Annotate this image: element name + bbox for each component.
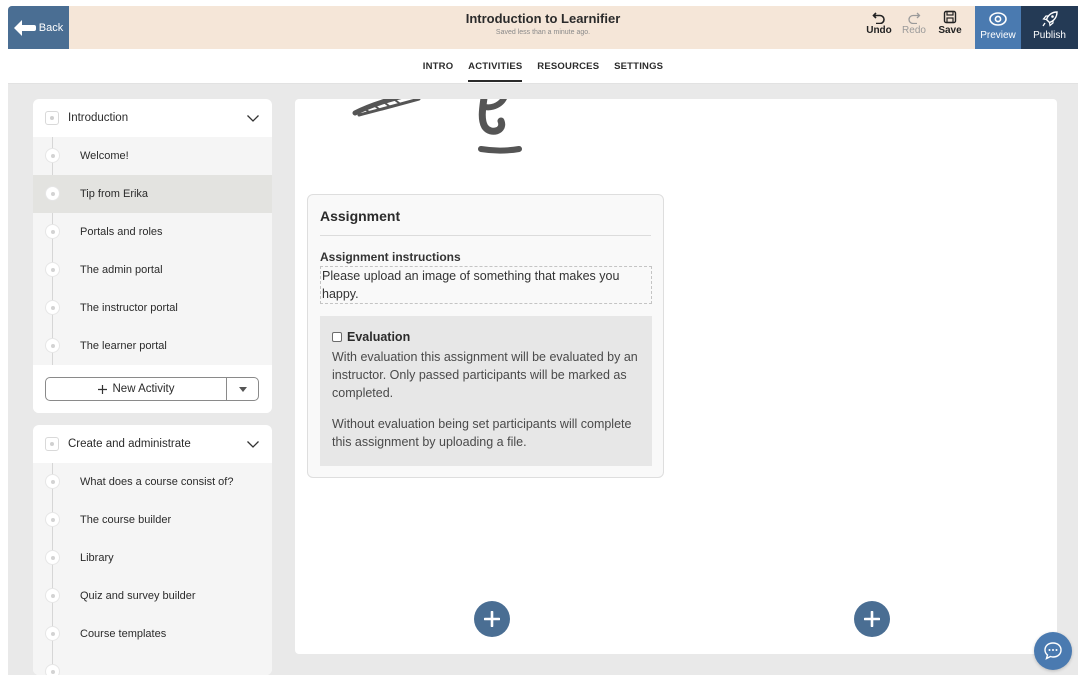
undo-label: Undo: [866, 25, 892, 36]
module-introduction: Introduction Welcome! Tip from Erika Por…: [33, 99, 272, 413]
instructions-field[interactable]: Please upload an image of something that…: [320, 266, 652, 304]
new-activity-label: New Activity: [112, 383, 175, 395]
save-icon: [943, 10, 957, 24]
preview-button[interactable]: Preview: [975, 6, 1021, 49]
list-item[interactable]: Tip from Erika: [33, 175, 272, 213]
module-create-and-administrate: Create and administrate What does a cour…: [33, 425, 272, 675]
app-window: Back Introduction to Learnifier Saved le…: [8, 6, 1078, 675]
list-item[interactable]: The instructor portal: [33, 289, 272, 327]
new-activity-row: New Activity: [33, 365, 272, 413]
list-item[interactable]: What does a course consist of?: [33, 463, 272, 501]
item-label: The instructor portal: [80, 302, 178, 314]
publish-label: Publish: [1033, 30, 1066, 41]
plus-icon: [97, 384, 107, 394]
status-dot-icon: [45, 338, 60, 353]
back-button[interactable]: Back: [8, 6, 69, 49]
item-label: Portals and roles: [80, 226, 163, 238]
list-item[interactable]: [33, 653, 272, 675]
status-dot-icon: [45, 664, 60, 675]
item-label: Course templates: [80, 628, 167, 640]
module-header[interactable]: Create and administrate: [33, 425, 272, 463]
list-item[interactable]: The learner portal: [33, 327, 272, 365]
save-label: Save: [938, 25, 962, 36]
tab-intro[interactable]: INTRO: [423, 61, 454, 80]
assignment-card: Assignment Assignment instructions Pleas…: [307, 194, 664, 478]
add-block-button[interactable]: [854, 601, 890, 637]
no-evaluation-description: Without evaluation being set participant…: [332, 416, 632, 449]
evaluation-checkbox[interactable]: [332, 332, 342, 342]
instructions-label: Assignment instructions: [320, 250, 461, 264]
tab-bar: INTRO ACTIVITIES RESOURCES SETTINGS: [8, 49, 1078, 84]
item-label: The learner portal: [80, 340, 167, 352]
redo-icon: [908, 12, 921, 24]
rocket-icon: [1041, 11, 1058, 27]
chat-button[interactable]: [1034, 632, 1072, 670]
plus-icon: [864, 611, 880, 627]
item-label: Library: [80, 552, 114, 564]
item-label: Welcome!: [80, 150, 129, 162]
chevron-down-icon[interactable]: [246, 437, 260, 451]
tab-resources[interactable]: RESOURCES: [537, 61, 599, 80]
item-label: Tip from Erika: [80, 188, 149, 200]
list-item[interactable]: Portals and roles: [33, 213, 272, 251]
status-dot-icon: [45, 224, 60, 239]
preview-label: Preview: [980, 30, 1016, 41]
evaluation-label: Evaluation: [347, 330, 411, 344]
back-arrow-icon: [13, 19, 36, 36]
module-title: Introduction: [68, 112, 129, 124]
divider: [320, 235, 651, 236]
activity-list: What does a course consist of? The cours…: [33, 463, 272, 675]
status-dot-icon: [45, 186, 60, 201]
new-activity-dropdown[interactable]: [226, 378, 258, 400]
eye-icon: [989, 12, 1007, 26]
top-bar: Back Introduction to Learnifier Saved le…: [8, 6, 1078, 49]
list-item[interactable]: The admin portal: [33, 251, 272, 289]
redo-button[interactable]: Redo: [897, 10, 931, 36]
list-item[interactable]: Course templates: [33, 615, 272, 653]
module-title: Create and administrate: [68, 438, 191, 450]
item-label: The admin portal: [80, 264, 163, 276]
evaluation-description: With evaluation this assignment will be …: [332, 350, 638, 401]
list-item[interactable]: Quiz and survey builder: [33, 577, 272, 615]
status-dot-icon: [45, 626, 60, 641]
chat-icon: [1044, 642, 1062, 660]
status-dot-icon: [45, 550, 60, 565]
illustration-image: [352, 99, 522, 154]
activity-canvas: Assignment Assignment instructions Pleas…: [295, 99, 1057, 654]
new-activity-control: New Activity: [45, 377, 259, 401]
plus-icon: [484, 611, 500, 627]
module-icon: [45, 111, 59, 125]
status-dot-icon: [45, 588, 60, 603]
new-activity-button[interactable]: New Activity: [46, 378, 226, 400]
add-block-button[interactable]: [474, 601, 510, 637]
tab-activities[interactable]: ACTIVITIES: [468, 61, 523, 82]
status-dot-icon: [45, 474, 60, 489]
publish-button[interactable]: Publish: [1021, 6, 1078, 49]
module-icon: [45, 437, 59, 451]
caret-down-icon: [238, 386, 247, 392]
undo-button[interactable]: Undo: [862, 10, 896, 36]
activity-list: Welcome! Tip from Erika Portals and role…: [33, 137, 272, 365]
status-dot-icon: [45, 262, 60, 277]
status-dot-icon: [45, 512, 60, 527]
list-item[interactable]: Library: [33, 539, 272, 577]
list-item[interactable]: The course builder: [33, 501, 272, 539]
evaluation-box: Evaluation With evaluation this assignme…: [320, 316, 652, 466]
status-dot-icon: [45, 300, 60, 315]
module-header[interactable]: Introduction: [33, 99, 272, 137]
redo-label: Redo: [902, 25, 926, 36]
chevron-down-icon[interactable]: [246, 111, 260, 125]
item-label: Quiz and survey builder: [80, 590, 196, 602]
item-label: The course builder: [80, 514, 172, 526]
tab-settings[interactable]: SETTINGS: [614, 61, 663, 80]
back-label: Back: [38, 21, 64, 34]
status-dot-icon: [45, 148, 60, 163]
save-button[interactable]: Save: [933, 10, 967, 36]
item-label: What does a course consist of?: [80, 476, 234, 488]
undo-icon: [872, 12, 885, 24]
list-item[interactable]: Welcome!: [33, 137, 272, 175]
assignment-title: Assignment: [320, 208, 401, 224]
